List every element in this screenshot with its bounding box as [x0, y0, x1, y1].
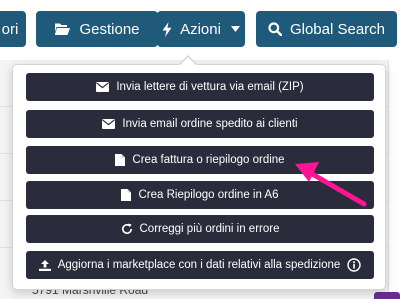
- menu-item-label: Crea fattura o riepilogo ordine: [132, 154, 285, 166]
- toolbar-button-cut[interactable]: ori: [0, 11, 26, 47]
- search-icon: [268, 22, 282, 36]
- right-panel-edge: [388, 60, 400, 299]
- menu-item-send-waybills-zip[interactable]: Invia lettere di vettura via email (ZIP): [26, 73, 374, 101]
- menu-item-label: Crea Riepilogo ordine in A6: [138, 189, 279, 201]
- bolt-icon: [162, 21, 172, 37]
- dropdown-pointer-inner: [180, 57, 196, 65]
- azioni-button[interactable]: Azioni: [157, 11, 245, 47]
- file-icon: [115, 154, 126, 166]
- menu-item-update-marketplaces[interactable]: Aggiorna i marketplace con i dati relati…: [26, 251, 374, 279]
- refresh-icon: [121, 223, 132, 235]
- gestione-label: Gestione: [79, 20, 140, 38]
- menu-item-label: Invia lettere di vettura via email (ZIP): [116, 81, 304, 93]
- file-icon: [121, 189, 132, 201]
- annotation-arrow: [295, 162, 367, 207]
- menu-item-label: Aggiorna i marketplace con i dati relati…: [57, 259, 341, 271]
- toolbar-button-cut-label: ori: [1, 20, 19, 38]
- azioni-label: Azioni: [180, 20, 221, 38]
- status-badge: [374, 292, 400, 299]
- menu-item-label: Correggi più ordini in errore: [139, 223, 280, 235]
- gestione-button[interactable]: Gestione: [36, 11, 158, 47]
- folder-open-icon: [55, 23, 71, 35]
- info-circle-icon[interactable]: [347, 258, 361, 272]
- global-search-button[interactable]: Global Search: [256, 11, 397, 47]
- menu-item-fix-orders[interactable]: Correggi più ordini in errore: [26, 215, 374, 243]
- upload-icon: [38, 260, 51, 271]
- top-toolbar: ori Gestione Azioni Global Search: [0, 0, 400, 60]
- menu-item-label: Invia email ordine spedito ai clienti: [122, 118, 298, 130]
- menu-item-send-shipped-emails[interactable]: Invia email ordine spedito ai clienti: [26, 110, 374, 138]
- global-search-label: Global Search: [289, 20, 386, 38]
- caret-down-icon: [230, 26, 240, 32]
- envelope-icon: [102, 119, 116, 129]
- envelope-icon: [96, 82, 110, 92]
